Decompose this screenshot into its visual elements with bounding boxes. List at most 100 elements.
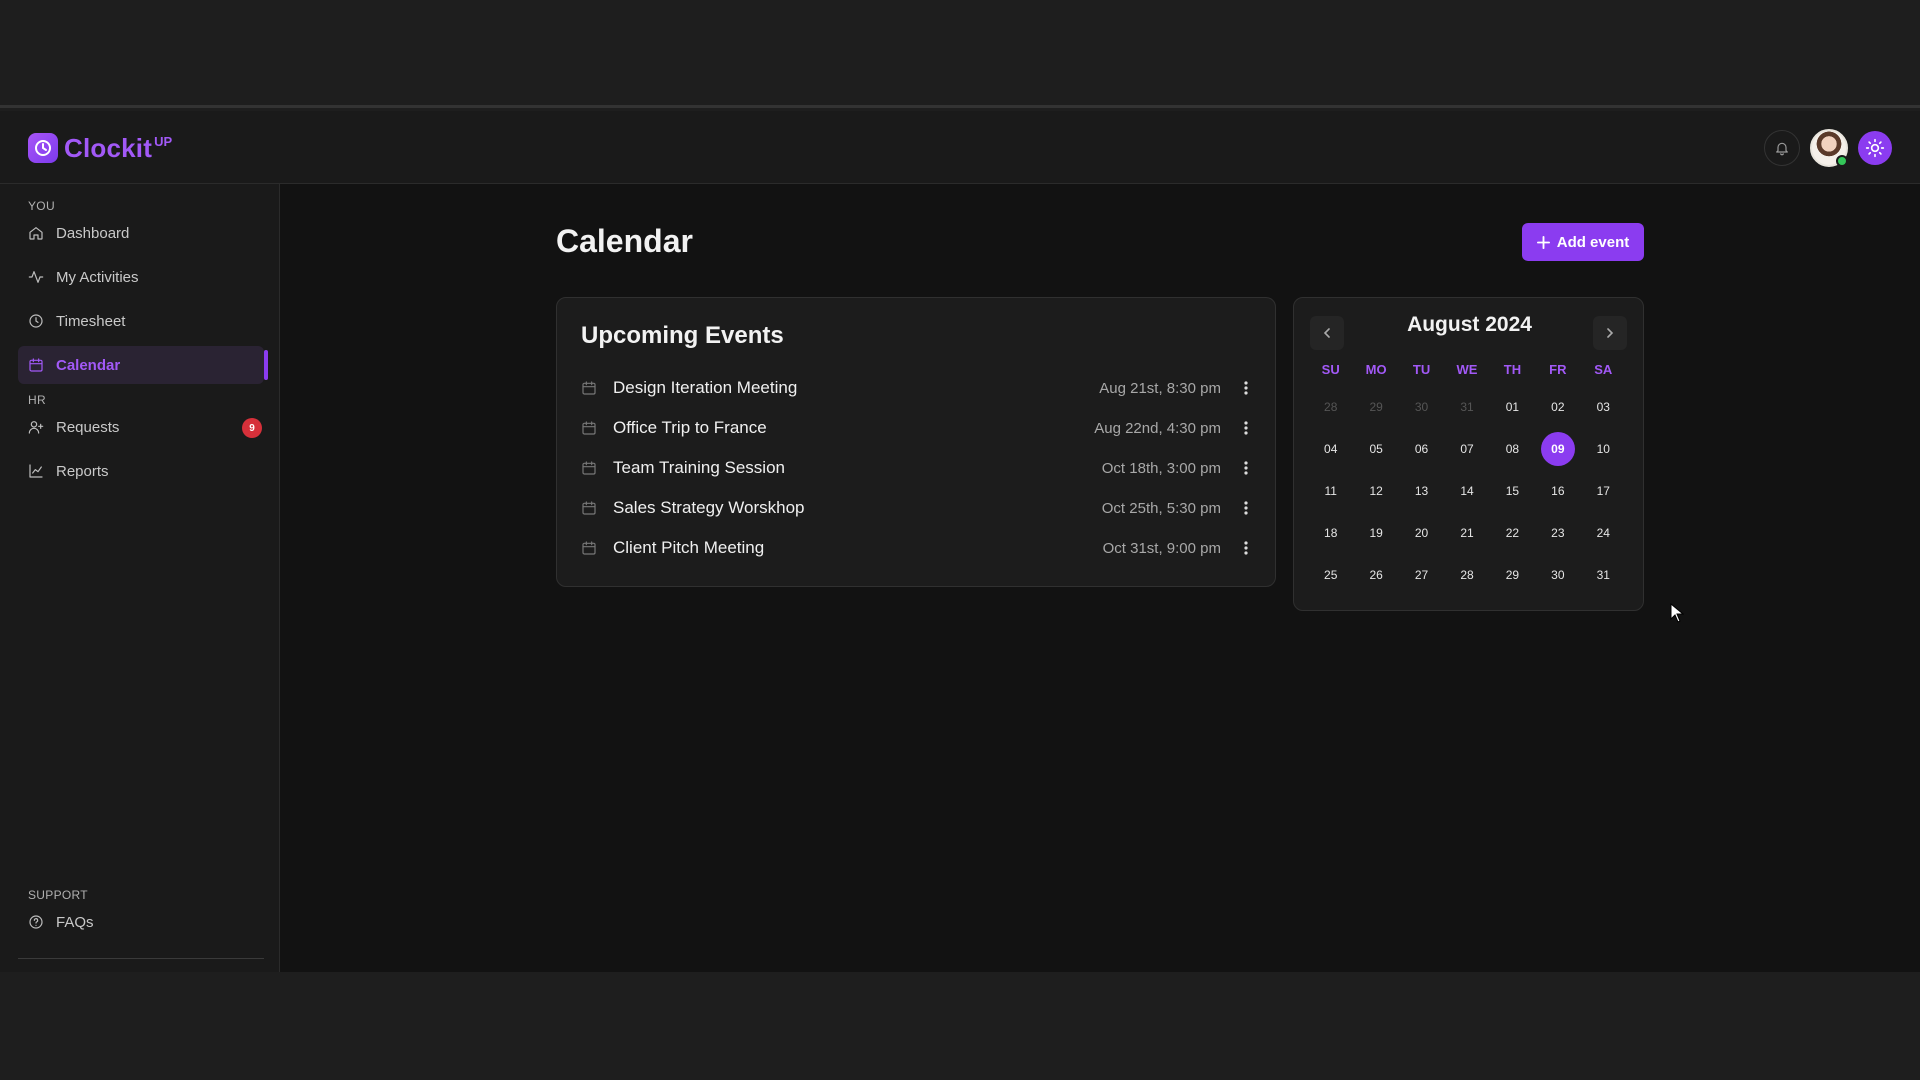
calendar-icon bbox=[581, 380, 599, 396]
more-vertical-icon[interactable] bbox=[1239, 378, 1253, 398]
calendar-day[interactable]: 07 bbox=[1444, 428, 1489, 470]
calendar-day-label: 14 bbox=[1460, 484, 1474, 498]
calendar-day[interactable]: 22 bbox=[1490, 512, 1535, 554]
calendar-day-label: 08 bbox=[1505, 442, 1520, 456]
calendar-day[interactable]: 17 bbox=[1581, 470, 1626, 512]
brand-name: Clockit bbox=[64, 132, 153, 163]
brand-superscript: UP bbox=[154, 133, 173, 149]
section-label-hr: HR bbox=[28, 393, 46, 407]
more-vertical-icon[interactable] bbox=[1239, 458, 1253, 478]
help-circle-icon bbox=[29, 915, 43, 929]
event-row[interactable]: Office Trip to France Aug 22nd, 4:30 pm bbox=[581, 413, 1253, 443]
calendar-day[interactable]: 26 bbox=[1353, 554, 1398, 596]
calendar-day[interactable]: 18 bbox=[1308, 512, 1353, 554]
brand-logo[interactable]: Clockit UP bbox=[28, 131, 172, 165]
notifications-button[interactable] bbox=[1764, 130, 1800, 166]
app-window: Clockit UP YOU Dashboard My Activities T… bbox=[0, 111, 1920, 972]
calendar-day[interactable]: 31 bbox=[1444, 386, 1489, 428]
next-month-button[interactable] bbox=[1593, 316, 1627, 350]
theme-toggle-button[interactable] bbox=[1858, 131, 1892, 165]
calendar-day[interactable]: 23 bbox=[1535, 512, 1580, 554]
calendar-day-label: 31 bbox=[1460, 400, 1474, 414]
calendar-day[interactable]: 27 bbox=[1399, 554, 1444, 596]
calendar-day[interactable]: 05 bbox=[1353, 428, 1398, 470]
calendar-icon bbox=[581, 540, 599, 556]
weekday-header: TU bbox=[1412, 361, 1431, 377]
calendar-day[interactable]: 28 bbox=[1308, 386, 1353, 428]
event-date: Oct 25th, 5:30 pm bbox=[1101, 499, 1221, 517]
calendar-day-label: 09 bbox=[1540, 432, 1575, 466]
calendar-day[interactable]: 08 bbox=[1490, 428, 1535, 470]
calendar-day[interactable]: 15 bbox=[1490, 470, 1535, 512]
clock-icon bbox=[29, 314, 43, 328]
event-name: Design Iteration Meeting bbox=[613, 378, 798, 397]
calendar-day-selected[interactable]: 09 bbox=[1535, 428, 1580, 470]
event-row[interactable]: Sales Strategy Worskhop Oct 25th, 5:30 p… bbox=[581, 493, 1253, 523]
more-vertical-icon[interactable] bbox=[1239, 538, 1253, 558]
sidebar-item-calendar[interactable]: Calendar bbox=[18, 346, 268, 384]
calendar-day[interactable]: 01 bbox=[1490, 386, 1535, 428]
calendar-day[interactable]: 06 bbox=[1399, 428, 1444, 470]
calendar-day[interactable]: 16 bbox=[1535, 470, 1580, 512]
sidebar-item-requests[interactable]: Requests 9 bbox=[18, 408, 264, 446]
calendar-day[interactable]: 13 bbox=[1399, 470, 1444, 512]
more-vertical-icon[interactable] bbox=[1239, 498, 1253, 518]
sidebar-item-label: My Activities bbox=[56, 268, 139, 286]
sidebar-item-timesheet[interactable]: Timesheet bbox=[18, 302, 264, 340]
weekday-header: TH bbox=[1503, 361, 1522, 377]
event-row[interactable]: Client Pitch Meeting Oct 31st, 9:00 pm bbox=[581, 533, 1253, 563]
sidebar-item-reports[interactable]: Reports bbox=[18, 452, 264, 490]
event-row[interactable]: Design Iteration Meeting Aug 21st, 8:30 … bbox=[581, 373, 1253, 403]
sidebar-item-faqs[interactable]: FAQs bbox=[18, 903, 264, 941]
chevron-right-icon bbox=[1607, 328, 1614, 338]
activity-icon bbox=[28, 271, 44, 283]
sidebar-item-label: Requests bbox=[56, 418, 120, 436]
calendar-day-label: 11 bbox=[1324, 484, 1337, 498]
user-avatar[interactable] bbox=[1810, 129, 1848, 167]
calendar-day[interactable]: 12 bbox=[1353, 470, 1398, 512]
calendar-day-label: 19 bbox=[1369, 526, 1383, 540]
section-label-support: SUPPORT bbox=[28, 888, 88, 902]
calendar-day[interactable]: 29 bbox=[1353, 386, 1398, 428]
sidebar-item-label: Timesheet bbox=[56, 312, 126, 330]
calendar-day[interactable]: 11 bbox=[1308, 470, 1353, 512]
calendar-day[interactable]: 24 bbox=[1581, 512, 1626, 554]
calendar-day-label: 22 bbox=[1505, 526, 1520, 540]
more-vertical-icon[interactable] bbox=[1239, 418, 1253, 438]
sidebar-item-dashboard[interactable]: Dashboard bbox=[18, 214, 264, 252]
calendar-day-label: 03 bbox=[1596, 400, 1610, 414]
calendar-day-label: 13 bbox=[1414, 484, 1429, 498]
header-actions bbox=[1764, 129, 1892, 167]
user-plus-icon bbox=[28, 421, 44, 434]
calendar-day[interactable]: 25 bbox=[1308, 554, 1353, 596]
calendar-day[interactable]: 30 bbox=[1535, 554, 1580, 596]
event-name: Client Pitch Meeting bbox=[613, 538, 765, 557]
calendar-grid: SU MO TU WE TH FR SA 28 29 30 31 01 02 03 04 05 06 07 08 09… bbox=[1308, 352, 1626, 596]
calendar-day[interactable]: 03 bbox=[1581, 386, 1626, 428]
weekday-header: SU bbox=[1321, 361, 1340, 377]
upcoming-events-title: Upcoming Events bbox=[581, 322, 784, 349]
calendar-day[interactable]: 30 bbox=[1399, 386, 1444, 428]
event-row[interactable]: Team Training Session Oct 18th, 3:00 pm bbox=[581, 453, 1253, 483]
calendar-day[interactable]: 02 bbox=[1535, 386, 1580, 428]
calendar-day-label: 30 bbox=[1414, 400, 1429, 414]
calendar-day[interactable]: 31 bbox=[1581, 554, 1626, 596]
calendar-day[interactable]: 04 bbox=[1308, 428, 1353, 470]
calendar-day[interactable]: 20 bbox=[1399, 512, 1444, 554]
calendar-day[interactable]: 28 bbox=[1444, 554, 1489, 596]
weekday-header: MO bbox=[1365, 361, 1387, 377]
online-status-dot bbox=[1836, 155, 1848, 167]
calendar-day-label: 31 bbox=[1596, 568, 1610, 582]
calendar-day[interactable]: 29 bbox=[1490, 554, 1535, 596]
event-date: Aug 22nd, 4:30 pm bbox=[1094, 419, 1221, 437]
calendar-icon bbox=[29, 358, 43, 372]
calendar-day-label: 01 bbox=[1505, 400, 1520, 414]
calendar-day[interactable]: 21 bbox=[1444, 512, 1489, 554]
calendar-day[interactable]: 14 bbox=[1444, 470, 1489, 512]
calendar-day[interactable]: 19 bbox=[1353, 512, 1398, 554]
calendar-day[interactable]: 10 bbox=[1581, 428, 1626, 470]
calendar-day-label: 10 bbox=[1596, 442, 1610, 456]
calendar-day-label: 28 bbox=[1460, 568, 1474, 582]
add-event-button[interactable]: Add event bbox=[1522, 223, 1644, 261]
sidebar-item-my-activities[interactable]: My Activities bbox=[18, 258, 264, 296]
